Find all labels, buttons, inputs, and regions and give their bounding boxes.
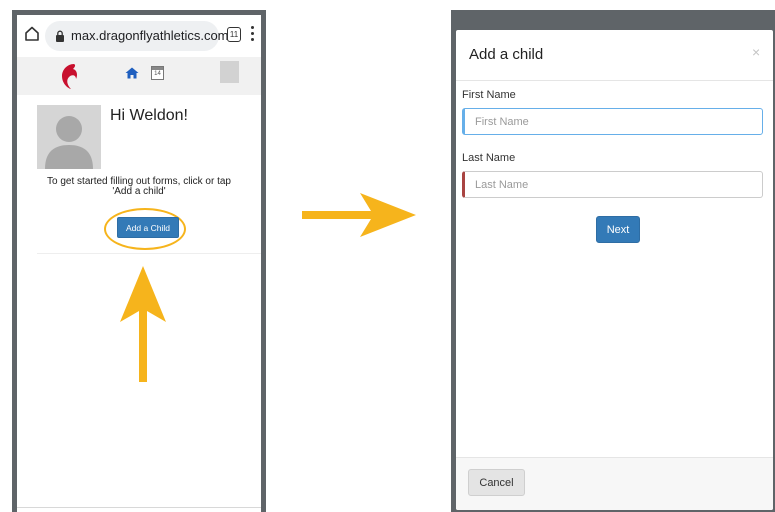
nav-home-icon[interactable] <box>125 67 139 79</box>
user-avatar[interactable] <box>220 61 239 83</box>
menu-icon[interactable] <box>251 26 255 44</box>
up-arrow-icon <box>120 266 166 382</box>
intro-text: To get started filling out forms, click … <box>17 177 261 197</box>
first-name-label: First Name <box>462 89 516 101</box>
right-phone-screenshot: Add a child × First Name Last Name Next … <box>451 10 775 512</box>
modal-footer: Cancel <box>456 457 773 510</box>
first-name-input[interactable] <box>465 109 762 134</box>
url-text: max.dragonflyathletics.com <box>71 28 229 43</box>
calendar-icon[interactable]: 14 <box>151 66 164 80</box>
add-child-button[interactable]: Add a Child <box>117 217 179 238</box>
add-child-modal: Add a child × First Name Last Name Next … <box>456 30 773 510</box>
last-name-input[interactable] <box>465 172 762 197</box>
right-arrow-icon <box>302 193 416 237</box>
lock-icon <box>56 30 64 42</box>
divider <box>37 253 261 254</box>
profile-avatar <box>37 105 101 169</box>
calendar-day: 14 <box>154 71 161 77</box>
logo-icon[interactable] <box>57 61 81 91</box>
first-name-field-wrap <box>462 108 763 135</box>
left-phone-screenshot: max.dragonflyathletics.com 11 14 Hi Weld… <box>12 10 266 512</box>
last-name-field-wrap <box>462 171 763 198</box>
greeting-heading: Hi Weldon! <box>110 107 188 124</box>
divider <box>17 507 261 508</box>
site-navbar: 14 <box>17 57 261 95</box>
close-icon[interactable]: × <box>752 44 760 60</box>
person-icon <box>45 116 93 169</box>
modal-header: Add a child × <box>456 30 773 81</box>
next-button[interactable]: Next <box>596 216 640 243</box>
modal-title: Add a child <box>469 46 544 63</box>
intro-line-2: 'Add a child' <box>112 186 166 197</box>
last-name-label: Last Name <box>462 152 516 164</box>
browser-url-bar: max.dragonflyathletics.com 11 <box>17 15 261 57</box>
cancel-button[interactable]: Cancel <box>468 469 525 496</box>
home-icon[interactable] <box>23 25 41 43</box>
tabs-icon[interactable]: 11 <box>227 27 241 42</box>
address-bar[interactable]: max.dragonflyathletics.com <box>45 21 229 51</box>
